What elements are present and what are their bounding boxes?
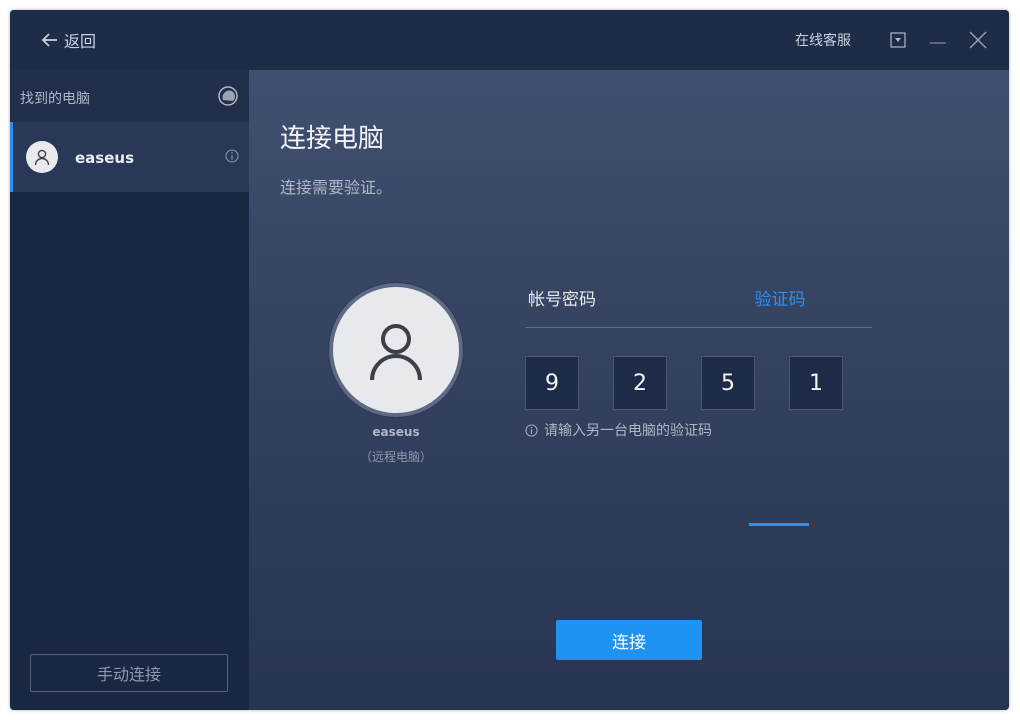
minimize-icon bbox=[930, 42, 946, 44]
tab-account-password[interactable]: 帐号密码 bbox=[528, 285, 596, 310]
page-title: 连接电脑 bbox=[280, 124, 385, 154]
menu-dropdown-button[interactable] bbox=[889, 31, 907, 49]
main-panel: 连接电脑 连接需要验证。 easeus （远程电脑） 帐号密码 验证码 9 2 … bbox=[249, 70, 1009, 710]
sidebar-header: 找到的电脑 bbox=[10, 70, 249, 122]
online-service-link[interactable]: 在线客服 bbox=[795, 30, 851, 50]
user-icon bbox=[370, 324, 422, 381]
code-hint: 请输入另一台电脑的验证码 bbox=[525, 420, 712, 440]
sidebar-title: 找到的电脑 bbox=[20, 91, 90, 107]
info-icon bbox=[525, 423, 538, 437]
page-subtitle: 连接需要验证。 bbox=[280, 178, 393, 197]
refresh-icon[interactable] bbox=[217, 85, 239, 107]
arrow-left-icon bbox=[41, 33, 57, 47]
close-button[interactable] bbox=[969, 31, 987, 49]
tab-verification-code[interactable]: 验证码 bbox=[751, 285, 809, 310]
computer-avatar bbox=[26, 141, 58, 173]
close-icon bbox=[969, 31, 987, 49]
remote-avatar bbox=[329, 283, 463, 417]
code-digit-input[interactable]: 1 bbox=[789, 356, 843, 410]
remote-computer-name: easeus bbox=[372, 425, 420, 439]
app-window: 返回 在线客服 找到的电脑 easeus 手动连接 连接电脑 连接需要验证。 e… bbox=[10, 10, 1009, 710]
manual-connect-button[interactable]: 手动连接 bbox=[30, 654, 228, 692]
remote-computer-tag: （远程电脑） bbox=[359, 450, 432, 464]
info-icon[interactable] bbox=[225, 149, 239, 163]
active-tab-indicator bbox=[749, 523, 809, 526]
title-bar: 返回 在线客服 bbox=[10, 10, 1009, 70]
computer-name: easeus bbox=[75, 149, 135, 167]
sidebar: 找到的电脑 easeus 手动连接 bbox=[10, 70, 249, 710]
code-hint-text: 请输入另一台电脑的验证码 bbox=[544, 423, 712, 439]
auth-tabs: 帐号密码 验证码 bbox=[525, 270, 872, 526]
back-button[interactable]: 返回 bbox=[40, 28, 96, 52]
back-label: 返回 bbox=[64, 32, 97, 51]
code-digit-input[interactable]: 2 bbox=[613, 356, 667, 410]
dropdown-menu-icon bbox=[890, 32, 906, 48]
code-digit-input[interactable]: 5 bbox=[701, 356, 755, 410]
user-icon bbox=[34, 149, 50, 166]
minimize-button[interactable] bbox=[929, 31, 947, 49]
connect-button[interactable]: 连接 bbox=[556, 620, 702, 660]
sidebar-item-computer[interactable]: easeus bbox=[10, 122, 249, 192]
verification-code-inputs: 9 2 5 1 bbox=[525, 356, 855, 412]
code-digit-input[interactable]: 9 bbox=[525, 356, 579, 410]
